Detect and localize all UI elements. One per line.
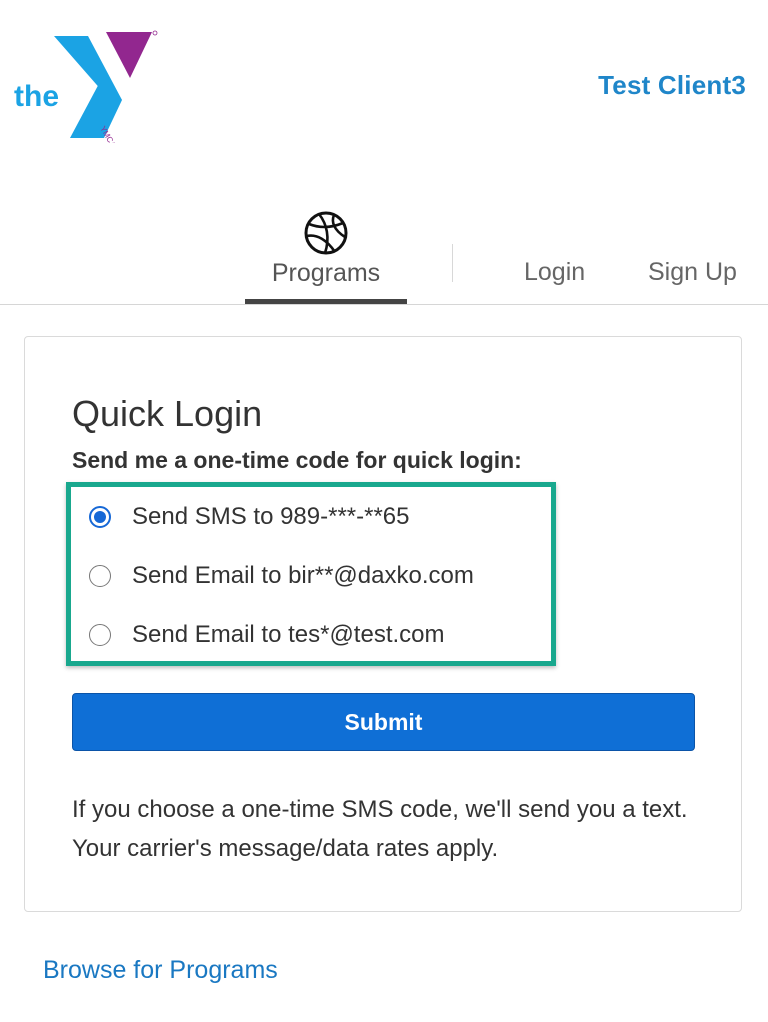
sms-option-label[interactable]: Send SMS to 989-***-**65 [132, 503, 410, 531]
basketball-icon [304, 211, 348, 255]
browse-programs-link[interactable]: Browse for Programs [43, 956, 278, 985]
client-name: Test Client3 [598, 70, 746, 100]
email-radio-2[interactable] [89, 624, 111, 646]
quick-login-title: Quick Login [72, 393, 263, 434]
delivery-options-group: Send SMS to 989-***-**65 Send Email to b… [66, 482, 556, 666]
email-option-1[interactable]: Send Email to bir**@daxko.com [89, 562, 549, 592]
quick-login-subtitle: Send me a one-time code for quick login: [72, 447, 522, 473]
tab-programs[interactable]: Programs [245, 210, 407, 304]
quick-login-card: Quick Login Send me a one-time code for … [24, 336, 742, 912]
email-option-2[interactable]: Send Email to tes*@test.com [89, 621, 549, 651]
active-tab-indicator [245, 299, 407, 304]
main-nav: Programs Login Sign Up [0, 200, 768, 305]
submit-button[interactable]: Submit [72, 693, 695, 751]
email-option-2-label[interactable]: Send Email to tes*@test.com [132, 621, 445, 649]
sms-option[interactable]: Send SMS to 989-***-**65 [89, 503, 549, 533]
tab-programs-label: Programs [271, 259, 381, 287]
sms-radio[interactable] [89, 506, 111, 528]
email-radio-1[interactable] [89, 565, 111, 587]
sms-info-text: If you choose a one-time SMS code, we'll… [72, 796, 688, 862]
svg-text:the: the [14, 80, 59, 113]
ymca-logo[interactable]: the YMCA [14, 28, 164, 150]
signup-link[interactable]: Sign Up [648, 258, 737, 287]
login-link[interactable]: Login [524, 258, 585, 287]
email-option-1-label[interactable]: Send Email to bir**@daxko.com [132, 562, 474, 590]
svg-text:YMCA: YMCA [98, 125, 118, 144]
nav-divider [452, 244, 453, 282]
